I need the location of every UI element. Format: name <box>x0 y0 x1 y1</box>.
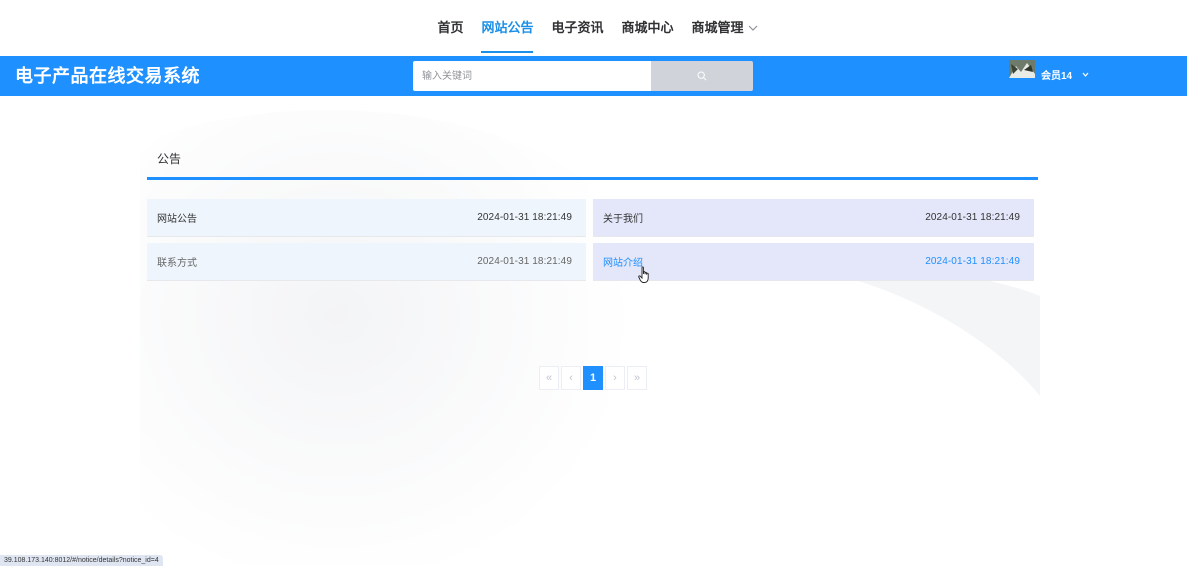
background-decoration <box>140 110 1040 566</box>
notice-title: 网站公告 <box>157 214 197 225</box>
status-bar-url: 39.108.173.140:8012/#/notice/details?not… <box>0 555 163 566</box>
pagination-prev-button[interactable]: ‹ <box>561 366 581 390</box>
avatar <box>1009 60 1035 78</box>
notice-item[interactable]: 联系方式 2024-01-31 18:21:49 <box>147 243 586 281</box>
pagination-page-1[interactable]: 1 <box>583 366 603 390</box>
nav-item-home[interactable]: 首页 <box>428 0 472 56</box>
nav-list: 首页 网站公告 电子资讯 商城中心 商城管理 <box>428 0 766 56</box>
notice-date: 2024-01-31 18:21:49 <box>925 256 1020 267</box>
nav-item-notice[interactable]: 网站公告 <box>472 0 542 56</box>
search-icon <box>697 71 707 81</box>
user-name: 会员14 <box>1041 70 1073 82</box>
pagination: « ‹ 1 › » <box>539 366 647 390</box>
notice-item[interactable]: 网站介绍 2024-01-31 18:21:49 <box>593 243 1034 281</box>
notice-date: 2024-01-31 18:21:49 <box>925 212 1020 223</box>
user-menu[interactable]: 会员14 <box>1009 60 1089 88</box>
notice-title: 关于我们 <box>603 214 643 225</box>
nav-item-mall-center[interactable]: 商城中心 <box>613 0 683 56</box>
header-bar: 电子产品在线交易系统 会员14 <box>0 56 1187 96</box>
pagination-first-button[interactable]: « <box>539 366 559 390</box>
nav-item-news[interactable]: 电子资讯 <box>542 0 612 56</box>
notice-title: 网站介绍 <box>603 258 643 269</box>
search-box <box>413 61 753 91</box>
section-divider <box>147 177 1038 180</box>
notice-item[interactable]: 关于我们 2024-01-31 18:21:49 <box>593 199 1034 237</box>
search-button[interactable] <box>651 61 753 91</box>
section-title: 公告 <box>157 152 182 166</box>
nav-item-mall-manage-label: 商城管理 <box>691 20 744 35</box>
nav-item-mall-manage[interactable]: 商城管理 <box>683 0 767 56</box>
notice-date: 2024-01-31 18:21:49 <box>477 256 572 267</box>
pagination-last-button[interactable]: » <box>627 366 647 390</box>
chevron-down-icon <box>748 1 758 57</box>
top-navigation: 首页 网站公告 电子资讯 商城中心 商城管理 <box>0 0 1187 56</box>
search-input[interactable] <box>413 61 651 91</box>
notice-title: 联系方式 <box>157 258 197 269</box>
site-title: 电子产品在线交易系统 <box>15 66 200 86</box>
notice-item[interactable]: 网站公告 2024-01-31 18:21:49 <box>147 199 586 237</box>
chevron-down-icon <box>1082 70 1089 79</box>
pagination-next-button[interactable]: › <box>605 366 625 390</box>
notice-date: 2024-01-31 18:21:49 <box>477 212 572 223</box>
